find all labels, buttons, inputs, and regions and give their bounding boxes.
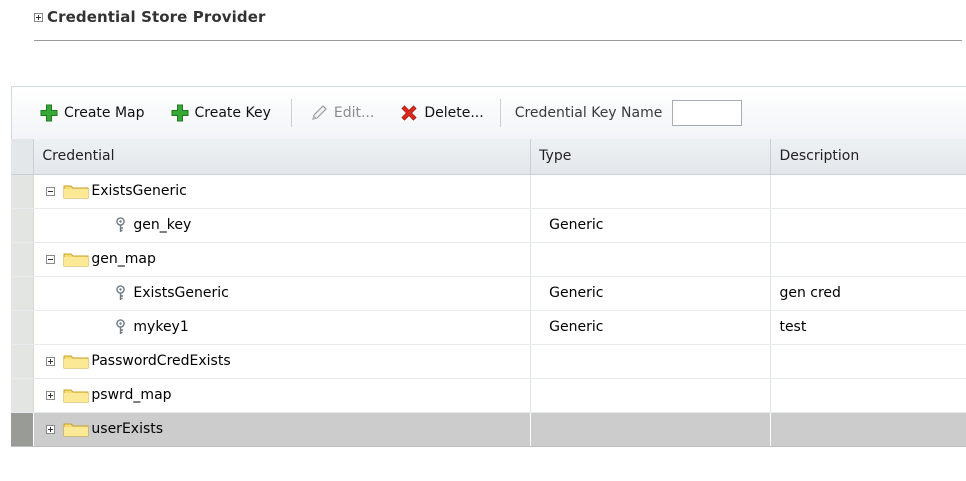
row-gutter[interactable]: [11, 412, 35, 447]
create-key-label: Create Key: [194, 105, 271, 121]
credential-cell[interactable]: ExistsGeneric: [33, 174, 532, 209]
add-plus-icon: [40, 104, 58, 122]
create-map-label: Create Map: [64, 105, 145, 121]
credential-table: Credential Type Description ExistsGeneri…: [11, 139, 966, 447]
expand-icon[interactable]: [46, 356, 56, 366]
expand-icon[interactable]: [46, 424, 56, 434]
row-gutter[interactable]: [11, 310, 35, 345]
credential-name: PasswordCredExists: [91, 353, 231, 369]
type-cell: [530, 174, 772, 209]
table-row-key[interactable]: mykey1 Generic test: [11, 310, 966, 345]
description-cell: gen cred: [770, 276, 966, 311]
type-cell: [530, 242, 772, 277]
delete-label: Delete...: [424, 105, 484, 121]
collapse-icon[interactable]: [46, 254, 56, 264]
key-icon: [116, 217, 126, 232]
create-map-button[interactable]: Create Map: [40, 104, 145, 122]
expand-icon[interactable]: [46, 390, 56, 400]
credential-cell[interactable]: mykey1: [33, 310, 532, 345]
edit-label: Edit...: [333, 105, 375, 121]
section-divider: [34, 40, 962, 41]
table-body: ExistsGeneric gen_key Generic gen_map Exists…: [11, 174, 966, 447]
table-row-key[interactable]: ExistsGeneric Generic gen cred: [11, 276, 966, 311]
folder-icon: [63, 253, 89, 267]
key-icon: [116, 319, 126, 334]
row-gutter[interactable]: [11, 242, 35, 277]
description-cell: [770, 208, 966, 243]
credential-name: pswrd_map: [91, 387, 172, 403]
section-expand-icon[interactable]: [34, 12, 43, 22]
credential-cell[interactable]: gen_key: [33, 208, 532, 243]
column-header-type[interactable]: Type: [530, 139, 772, 175]
credential-cell[interactable]: pswrd_map: [33, 378, 532, 413]
edit-button[interactable]: Edit...: [310, 104, 374, 122]
toolbar-separator: [290, 99, 292, 127]
create-key-button[interactable]: Create Key: [171, 104, 271, 122]
credential-name: userExists: [91, 421, 164, 437]
collapse-icon[interactable]: [46, 186, 56, 196]
table-row-map[interactable]: PasswordCredExists: [11, 344, 966, 379]
row-gutter[interactable]: [11, 276, 35, 311]
credential-name: gen_key: [133, 217, 192, 233]
type-cell: Generic: [530, 208, 772, 243]
credential-cell[interactable]: PasswordCredExists: [33, 344, 532, 379]
add-plus-icon: [171, 104, 189, 122]
folder-icon: [63, 389, 89, 403]
row-gutter[interactable]: [11, 344, 35, 379]
section-header[interactable]: Credential Store Provider: [34, 8, 265, 26]
credential-name: mykey1: [133, 319, 189, 335]
credential-cell[interactable]: ExistsGeneric: [33, 276, 532, 311]
delete-button[interactable]: Delete...: [400, 104, 484, 122]
row-gutter[interactable]: [11, 174, 35, 209]
credential-name: ExistsGeneric: [91, 183, 187, 199]
description-cell: test: [770, 310, 966, 345]
credential-name: gen_map: [91, 251, 156, 267]
type-cell: Generic: [530, 310, 772, 345]
description-cell: [770, 378, 966, 413]
folder-icon: [63, 355, 89, 369]
type-cell: Generic: [530, 276, 772, 311]
table-row-map[interactable]: ExistsGeneric: [11, 174, 966, 209]
type-cell: [530, 344, 772, 379]
table-row-map[interactable]: pswrd_map: [11, 378, 966, 413]
section-title: Credential Store Provider: [47, 8, 266, 26]
row-header-gutter: [11, 139, 35, 175]
toolbar: Create Map Create Key Edit... Delete... …: [11, 86, 966, 139]
key-icon: [116, 285, 126, 300]
credential-key-name-input[interactable]: [672, 100, 743, 126]
pencil-icon: [312, 105, 327, 120]
toolbar-separator: [499, 99, 501, 127]
delete-x-icon: [401, 105, 417, 121]
folder-icon: [63, 423, 89, 437]
credential-cell[interactable]: gen_map: [33, 242, 532, 277]
description-cell: [770, 344, 966, 379]
row-gutter[interactable]: [11, 208, 35, 243]
table-row-key[interactable]: gen_key Generic: [11, 208, 966, 243]
table-header-row: Credential Type Description: [11, 139, 966, 175]
column-header-description[interactable]: Description: [770, 139, 966, 175]
credential-cell[interactable]: userExists: [33, 412, 532, 447]
row-gutter[interactable]: [11, 378, 35, 413]
description-cell: [770, 242, 966, 277]
type-cell: [530, 378, 772, 413]
description-cell: [770, 174, 966, 209]
description-cell: [770, 412, 966, 447]
folder-icon: [63, 185, 89, 199]
table-row-map[interactable]: gen_map: [11, 242, 966, 277]
credential-name: ExistsGeneric: [133, 285, 229, 301]
credential-key-name-label: Credential Key Name: [514, 105, 663, 121]
type-cell: [530, 412, 772, 447]
table-row-map[interactable]: userExists: [11, 412, 966, 447]
column-header-credential[interactable]: Credential: [33, 139, 532, 175]
